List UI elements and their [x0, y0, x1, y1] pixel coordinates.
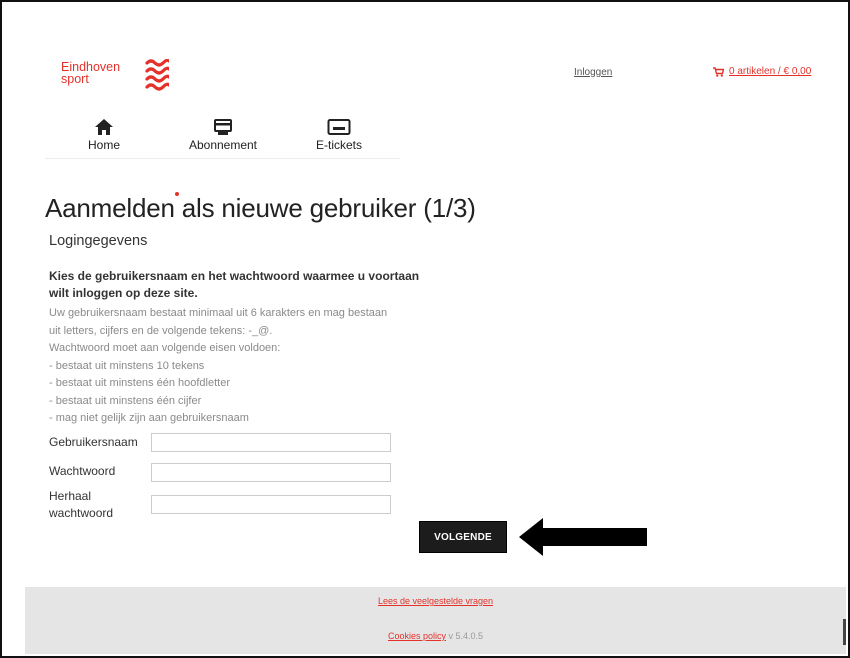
- nav-item-abonnement[interactable]: Abonnement: [178, 118, 268, 152]
- footer-meta: Cookies policy v 5.4.0.5: [25, 631, 846, 641]
- logo-mark-icon: [145, 59, 169, 91]
- scrollbar[interactable]: [843, 619, 846, 645]
- ticket-icon: [327, 119, 351, 135]
- nav-label-home: Home: [87, 138, 120, 152]
- logo-line2: sport: [61, 72, 89, 86]
- arrow-left-icon: [519, 518, 647, 556]
- intro-line: Kies de gebruikersnaam en het wachtwoord…: [49, 269, 420, 283]
- intro-line: wilt inloggen op deze site.: [49, 286, 198, 300]
- rule-line: - bestaat uit minstens één cijfer: [49, 394, 202, 407]
- intro-text: Kies de gebruikersnaam en het wachtwoord…: [49, 268, 459, 302]
- rule-line: - bestaat uit minstens 10 tekens: [49, 359, 205, 372]
- rule-line: Wachtwoord moet aan volgende eisen voldo…: [49, 342, 281, 354]
- repeat-password-input[interactable]: [151, 495, 391, 514]
- card-icon: [214, 119, 232, 135]
- footer: Lees de veelgestelde vragen Cookies poli…: [25, 587, 846, 654]
- cookies-policy-link[interactable]: Cookies policy: [388, 631, 446, 641]
- login-link[interactable]: Inloggen: [574, 67, 612, 78]
- rule-line: - mag niet gelijk zijn aan gebruikersnaa…: [49, 412, 249, 424]
- nav-label-abonnement: Abonnement: [188, 138, 258, 152]
- cart-label: 0 artikelen / € 0,00: [729, 66, 812, 77]
- faq-link[interactable]: Lees de veelgestelde vragen: [25, 596, 846, 606]
- nav-label-etickets: E-tickets: [315, 138, 362, 152]
- home-icon: [95, 119, 113, 135]
- main-nav: Home Abonnement E-tickets: [45, 118, 400, 159]
- nav-item-etickets[interactable]: E-tickets: [309, 118, 369, 152]
- title-marker: [175, 192, 179, 196]
- section-subtitle: Logingegevens: [49, 233, 148, 249]
- rules-text: Uw gebruikersnaam bestaat minimaal uit 6…: [49, 305, 459, 428]
- repeat-label-line1: Herhaal: [49, 489, 92, 503]
- cart-icon: [713, 66, 724, 77]
- rule-line: uit letters, cijfers en de volgende teke…: [49, 324, 273, 337]
- page-title: Aanmelden als nieuwe gebruiker (1/3): [45, 193, 476, 223]
- version-text: v 5.4.0.5: [446, 631, 484, 641]
- repeat-password-label: Herhaal wachtwoord: [49, 488, 113, 522]
- logo[interactable]: Eindhoven sport: [61, 61, 120, 86]
- cart-link[interactable]: 0 artikelen / € 0,00: [713, 66, 811, 77]
- next-button[interactable]: VOLGENDE: [420, 522, 506, 552]
- password-input[interactable]: [151, 463, 391, 482]
- password-label: Wachtwoord: [49, 464, 116, 478]
- rule-line: - bestaat uit minstens één hoofdletter: [49, 377, 230, 389]
- rule-line: Uw gebruikersnaam bestaat minimaal uit 6…: [49, 307, 388, 319]
- username-label: Gebruikersnaam: [49, 435, 138, 449]
- repeat-label-line2: wachtwoord: [49, 506, 114, 520]
- nav-item-home[interactable]: Home: [83, 118, 125, 152]
- username-input[interactable]: [151, 433, 391, 452]
